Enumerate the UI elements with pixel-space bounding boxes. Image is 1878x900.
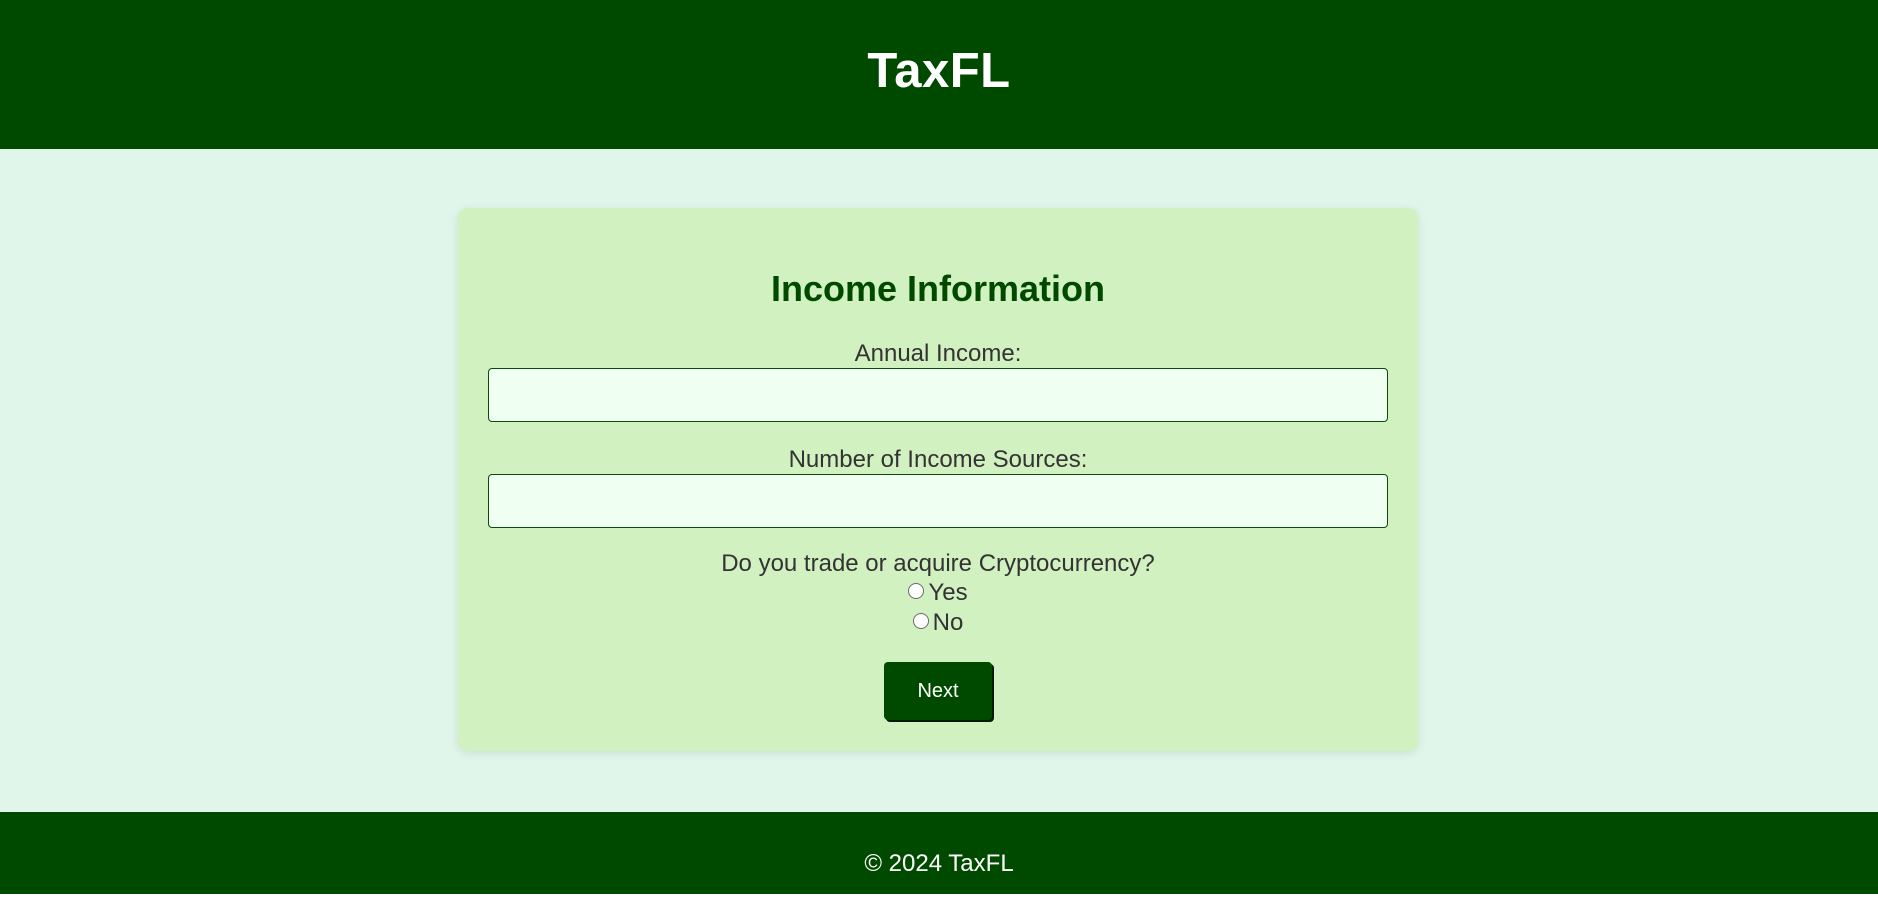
income-sources-input[interactable] — [488, 474, 1388, 528]
bottom-edge — [0, 894, 1878, 900]
crypto-option-yes[interactable]: Yes — [458, 579, 1418, 607]
income-form-card: Income Information Annual Income: Number… — [458, 208, 1418, 751]
crypto-option-no[interactable]: No — [458, 609, 1418, 637]
income-sources-label: Number of Income Sources: — [788, 446, 1088, 473]
crypto-no-label: No — [932, 609, 964, 636]
annual-income-input[interactable] — [488, 368, 1388, 422]
crypto-yes-label: Yes — [928, 579, 968, 606]
main-content: Income Information Annual Income: Number… — [0, 149, 1878, 812]
next-button[interactable]: Next — [884, 662, 992, 720]
site-footer: © 2024 TaxFL — [0, 812, 1878, 894]
site-title: TaxFL — [867, 43, 1011, 98]
form-title: Income Information — [770, 268, 1106, 309]
page: TaxFL Income Information Annual Income: … — [0, 0, 1878, 900]
annual-income-label: Annual Income: — [854, 340, 1022, 367]
crypto-no-radio[interactable] — [912, 613, 929, 629]
crypto-question: Do you trade or acquire Cryptocurrency? — [721, 550, 1155, 577]
site-header: TaxFL — [0, 0, 1878, 149]
footer-copyright: © 2024 TaxFL — [864, 850, 1014, 877]
crypto-yes-radio[interactable] — [908, 583, 925, 599]
